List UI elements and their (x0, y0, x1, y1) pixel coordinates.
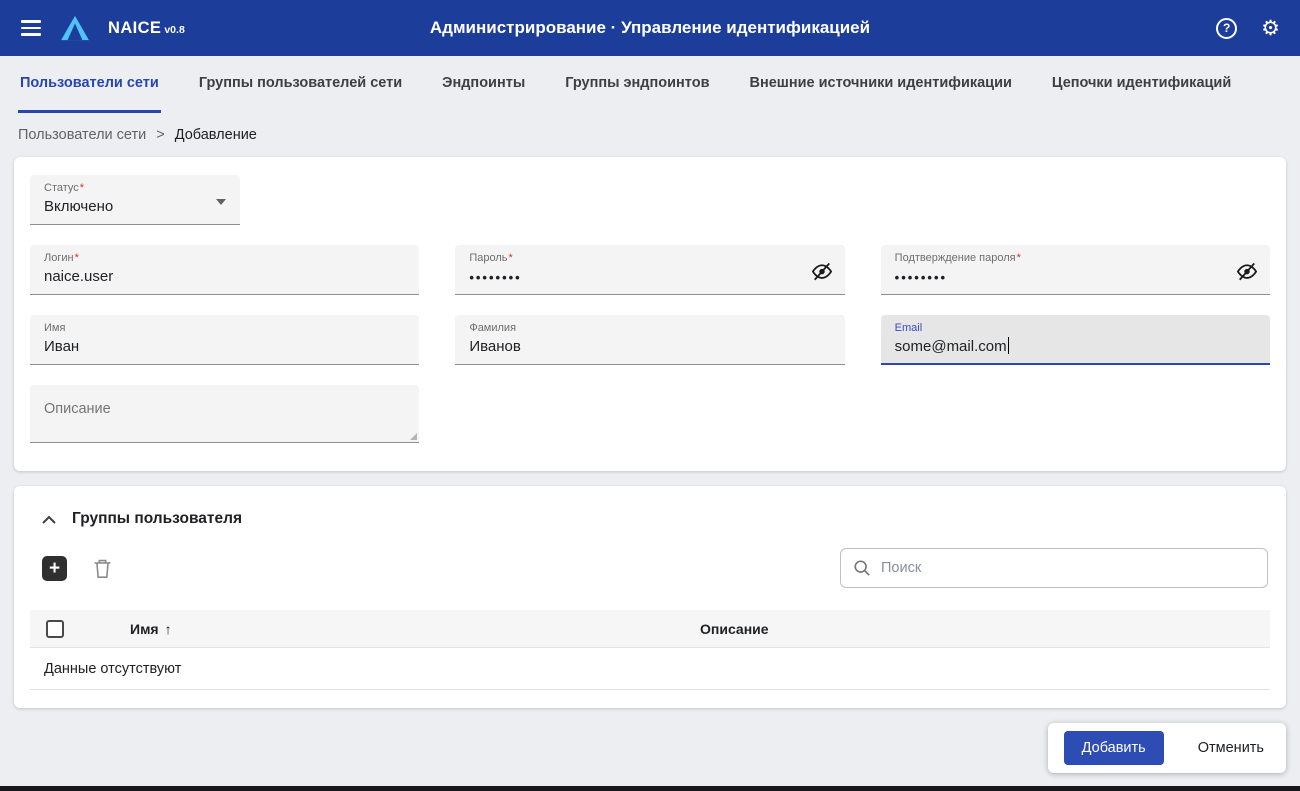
toggle-password-visibility-icon[interactable] (811, 261, 833, 281)
password-value: •••••••• (469, 266, 830, 290)
groups-section-header: Группы пользователя (30, 502, 1270, 528)
footer-actions-row: Добавить Отменить (14, 723, 1286, 773)
last-name-field[interactable]: Фамилия Иванов (455, 315, 844, 365)
groups-table-header: Имя↑ Описание (30, 610, 1270, 648)
breadcrumb-current: Добавление (175, 127, 257, 143)
tab-network-users[interactable]: Пользователи сети (18, 56, 161, 113)
menu-icon[interactable] (20, 17, 42, 39)
description-label: Описание (44, 401, 405, 417)
groups-section-title: Группы пользователя (72, 510, 242, 528)
password-confirm-value: •••••••• (895, 266, 1256, 290)
empty-table-message: Данные отсутствуют (30, 648, 1270, 690)
login-value: naice.user (44, 266, 405, 288)
login-label: Логин* (44, 251, 405, 265)
tab-endpoints[interactable]: Эндпоинты (440, 56, 527, 113)
description-field[interactable]: Описание (30, 385, 419, 443)
user-groups-section: Группы пользователя + (14, 486, 1286, 708)
form-row-credentials: Логин* naice.user Пароль* •••••••• (30, 245, 1270, 295)
tab-endpoint-groups[interactable]: Группы эндпоинтов (563, 56, 711, 113)
search-input[interactable] (881, 560, 1255, 576)
groups-toolbar: + (30, 548, 1270, 588)
groups-toolbar-actions: + (42, 556, 112, 581)
login-field[interactable]: Логин* naice.user (30, 245, 419, 295)
search-box[interactable] (840, 548, 1268, 588)
column-header-name[interactable]: Имя↑ (86, 621, 678, 637)
required-mark: * (509, 252, 513, 264)
form-row-status: Статус* Включено (30, 175, 1270, 225)
breadcrumb-separator: > (156, 127, 164, 143)
last-name-value: Иванов (469, 336, 830, 358)
first-name-value: Иван (44, 336, 405, 358)
app-header: NAICE v0.8 Администрирование · Управлени… (0, 0, 1300, 56)
app-brand: NAICE v0.8 (108, 19, 185, 38)
user-form-card: Статус* Включено Логин* naice.user Парол… (14, 157, 1286, 471)
naice-logo-icon (60, 15, 90, 41)
form-actions: Добавить Отменить (1048, 723, 1286, 773)
select-all-checkbox[interactable] (46, 620, 64, 638)
breadcrumb-root[interactable]: Пользователи сети (18, 127, 146, 143)
delete-group-icon[interactable] (93, 558, 112, 579)
email-field[interactable]: Email some@mail.com (881, 315, 1270, 365)
app-version: v0.8 (164, 24, 184, 36)
app-name: NAICE (108, 19, 161, 38)
form-row-person: Имя Иван Фамилия Иванов Email some@mail.… (30, 315, 1270, 365)
header-left: NAICE v0.8 (20, 15, 185, 41)
window-bottom-edge (0, 786, 1300, 791)
email-value: some@mail.com (895, 336, 1256, 358)
first-name-field[interactable]: Имя Иван (30, 315, 419, 365)
password-confirm-field[interactable]: Подтверждение пароля* •••••••• (881, 245, 1270, 295)
toggle-password-visibility-icon[interactable] (1236, 261, 1258, 281)
column-header-description[interactable]: Описание (678, 621, 1270, 637)
tab-network-user-groups[interactable]: Группы пользователей сети (197, 56, 404, 113)
last-name-label: Фамилия (469, 321, 830, 335)
collapse-chevron-icon[interactable] (42, 515, 56, 524)
header-right: ? ⚙ (1216, 18, 1280, 39)
form-row-description: Описание (30, 385, 1270, 443)
breadcrumb: Пользователи сети > Добавление (0, 113, 1300, 157)
tab-identity-chains[interactable]: Цепочки идентификаций (1050, 56, 1233, 113)
required-mark: * (75, 252, 79, 264)
cancel-button[interactable]: Отменить (1192, 731, 1270, 765)
dropdown-arrow-icon (216, 199, 226, 205)
status-value: Включено (44, 196, 226, 218)
main-content: Статус* Включено Логин* naice.user Парол… (0, 157, 1300, 773)
submit-button[interactable]: Добавить (1064, 731, 1164, 765)
status-select[interactable]: Статус* Включено (30, 175, 240, 225)
password-label: Пароль* (469, 251, 830, 265)
plus-icon: + (49, 559, 60, 578)
required-mark: * (80, 182, 84, 194)
tab-external-identity-sources[interactable]: Внешние источники идентификации (747, 56, 1013, 113)
first-name-label: Имя (44, 321, 405, 335)
sort-asc-icon: ↑ (165, 621, 172, 637)
table-header-checkbox-cell (30, 619, 86, 637)
resize-handle-icon[interactable] (410, 433, 417, 440)
text-cursor (1008, 337, 1010, 354)
required-mark: * (1017, 252, 1021, 264)
page-title: Администрирование · Управление идентифик… (0, 18, 1300, 38)
tab-bar: Пользователи сети Группы пользователей с… (0, 56, 1300, 113)
password-field[interactable]: Пароль* •••••••• (455, 245, 844, 295)
gear-icon[interactable]: ⚙ (1261, 18, 1280, 39)
status-label: Статус* (44, 181, 226, 195)
add-group-button[interactable]: + (42, 556, 67, 581)
help-glyph: ? (1223, 21, 1230, 35)
help-icon[interactable]: ? (1216, 18, 1237, 39)
email-label: Email (895, 321, 1256, 335)
groups-table: Имя↑ Описание Данные отсутствуют (30, 610, 1270, 690)
search-icon (853, 559, 871, 577)
password-confirm-label: Подтверждение пароля* (895, 251, 1256, 265)
